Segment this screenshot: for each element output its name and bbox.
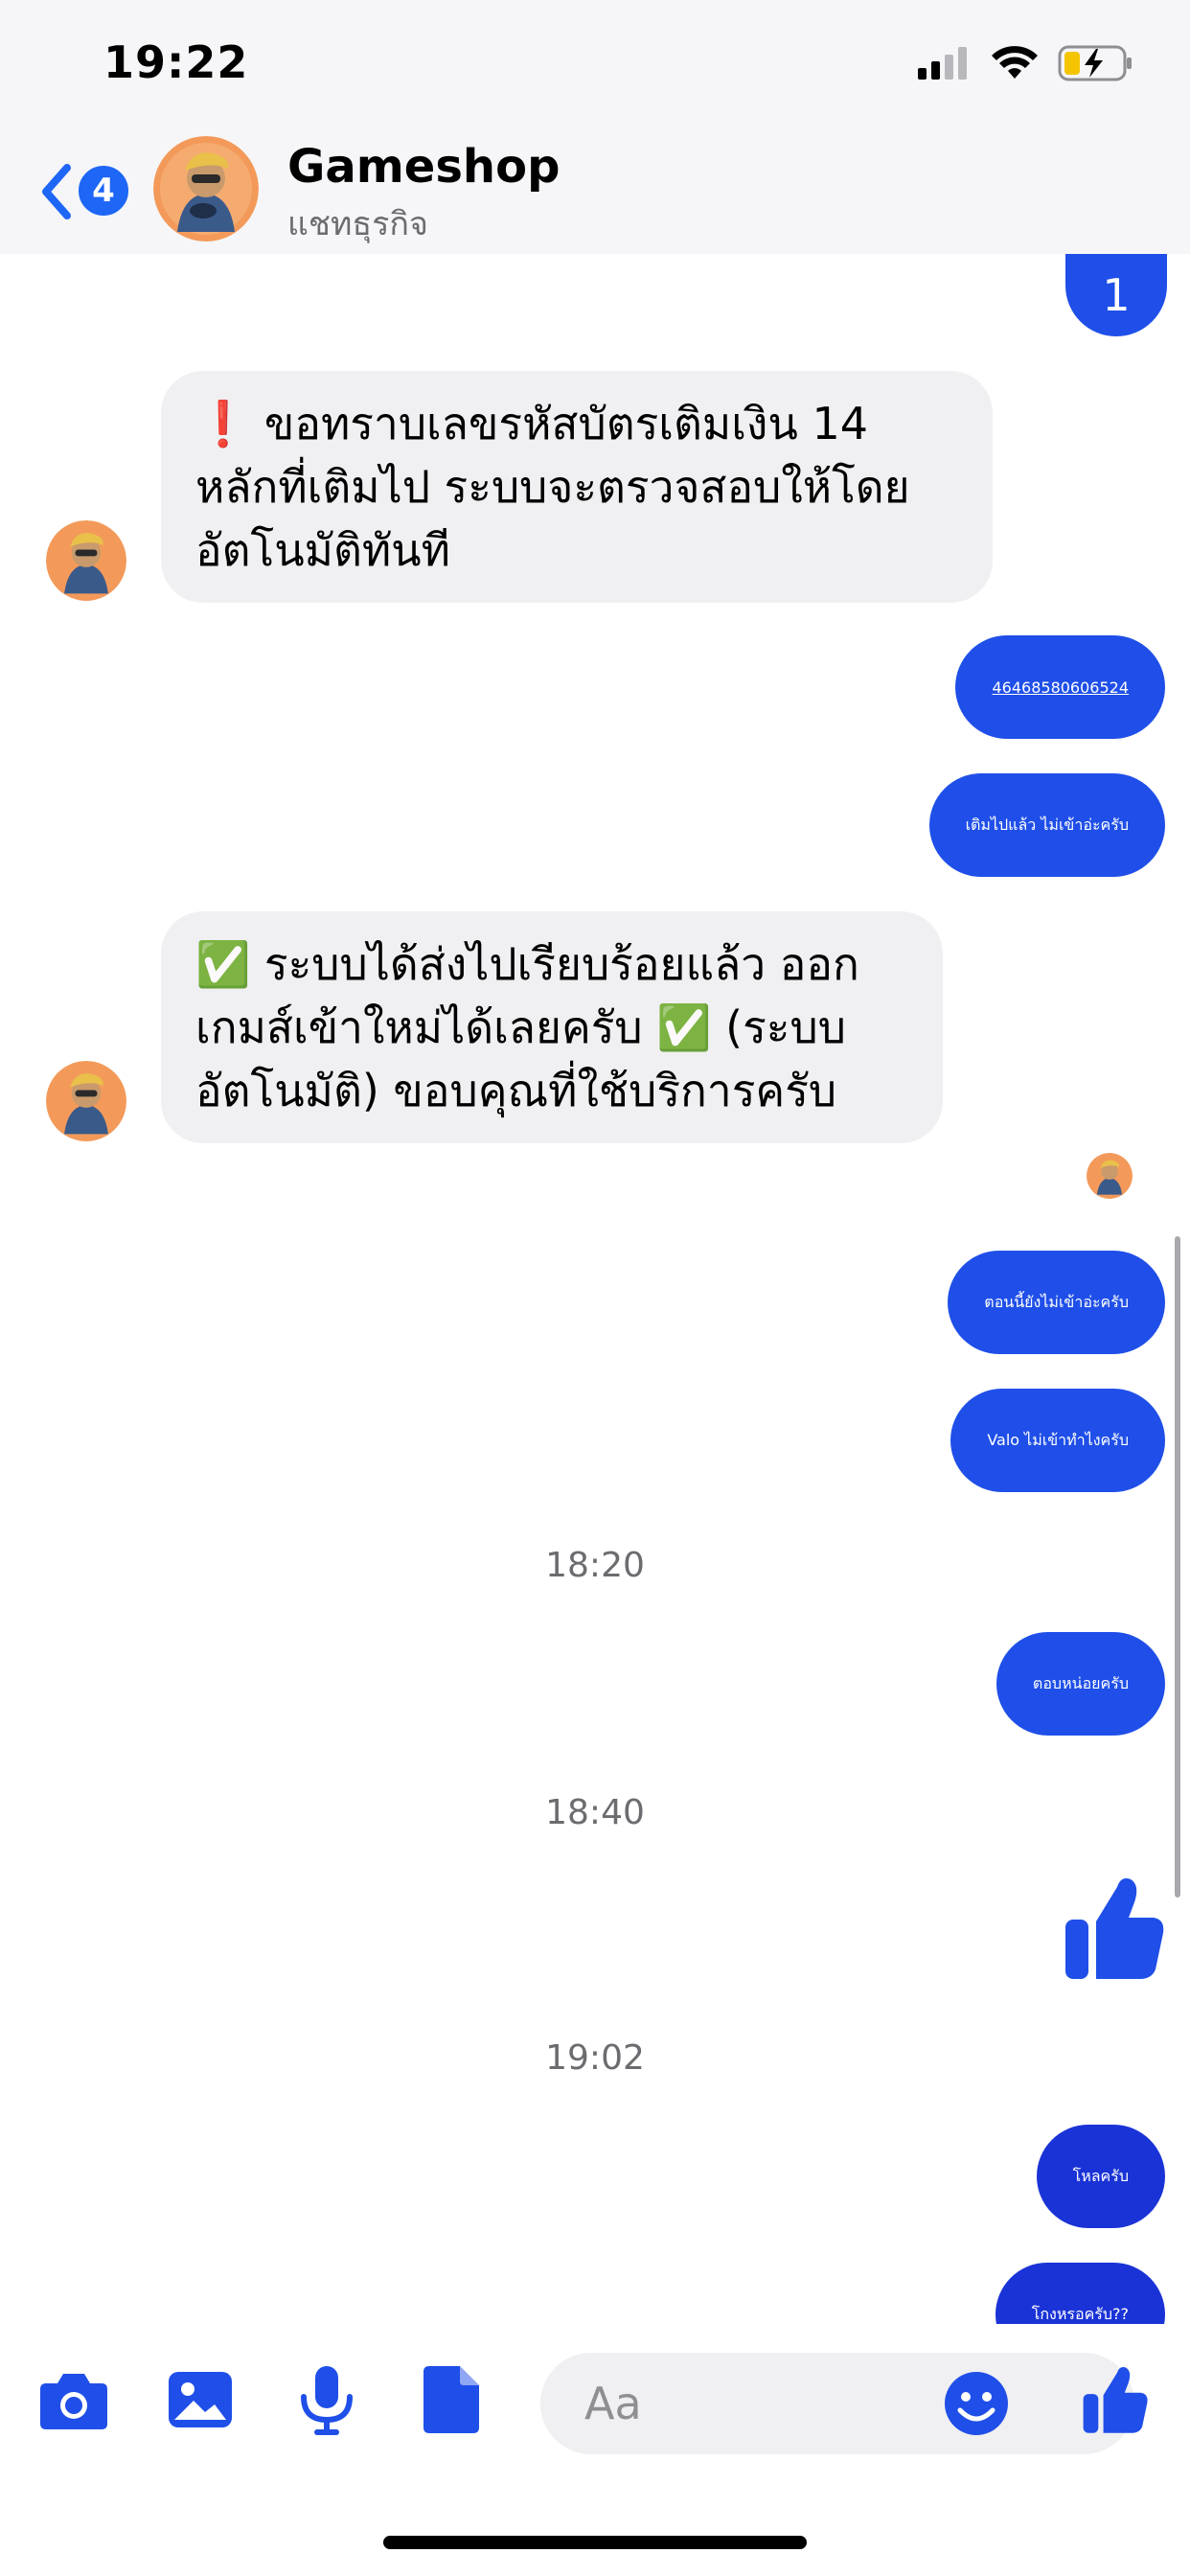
page-title[interactable]: Gameshop: [287, 140, 560, 194]
status-time: 19:22: [103, 36, 249, 88]
gallery-icon[interactable]: [163, 2362, 238, 2437]
message-text: โหลครับ: [1072, 2166, 1129, 2185]
message-text: ตอบหน่อยครับ: [1032, 1673, 1129, 1692]
message-bubble-outgoing[interactable]: โหลครับ: [1036, 2125, 1165, 2228]
status-icons: [918, 44, 1134, 82]
timestamp: 19:02: [545, 2038, 645, 2078]
message-list[interactable]: 1 ❗ ขอทราบเลขรหัสบัตรเติมเงิน 14 หลักที่…: [0, 254, 1190, 2324]
top-bar: 19:22 4 Gameshop แชทธุรกิจ: [0, 0, 1190, 254]
message-bubble-incoming[interactable]: ❗ ขอทราบเลขรหัสบัตรเติมเงิน 14 หลักที่เต…: [161, 371, 993, 603]
timestamp: 18:40: [545, 1793, 645, 1832]
battery-charging-icon: [1058, 45, 1132, 81]
message-text: Valo ไม่เข้าทำไงครับ: [987, 1430, 1129, 1449]
shop-logo-icon: [46, 520, 126, 601]
message-text: ✅ ระบบได้ส่งไปเรียบร้อยแล้ว ออกเกมส์เข้า…: [195, 938, 859, 1116]
unread-badge: 4: [75, 162, 132, 219]
avatar[interactable]: [46, 520, 126, 601]
message-bubble-outgoing[interactable]: 46468580606524: [955, 635, 1165, 739]
message-bubble-outgoing[interactable]: โกงหรอครับ??: [995, 2263, 1165, 2324]
avatar[interactable]: [153, 136, 259, 242]
camera-icon[interactable]: [36, 2362, 111, 2437]
scrollbar[interactable]: [1175, 1236, 1180, 1898]
message-bubble-outgoing[interactable]: Valo ไม่เข้าทำไงครับ: [950, 1389, 1165, 1492]
avatar[interactable]: [46, 1061, 126, 1141]
emoji-icon[interactable]: [943, 2370, 1010, 2437]
message-bubble-outgoing[interactable]: 1: [1065, 254, 1167, 336]
message-text: 1: [1102, 269, 1131, 321]
timestamp: 18:20: [545, 1546, 645, 1585]
shop-logo-icon: [1087, 1153, 1133, 1199]
message-text: โกงหรอครับ??: [1031, 2304, 1129, 2323]
message-link[interactable]: 46468580606524: [992, 678, 1129, 697]
message-input-placeholder: Aa: [584, 2378, 642, 2429]
page-subtitle: แชทธุรกิจ: [287, 205, 428, 243]
wifi-icon: [992, 46, 1038, 79]
shop-logo-icon: [46, 1061, 126, 1141]
message-bubble-incoming[interactable]: ✅ ระบบได้ส่งไปเรียบร้อยแล้ว ออกเกมส์เข้า…: [161, 911, 943, 1143]
thumbs-up-icon[interactable]: [1081, 2363, 1150, 2436]
home-indicator: [383, 2536, 807, 2549]
message-bubble-outgoing[interactable]: ตอบหน่อยครับ: [995, 1632, 1165, 1736]
thumbs-up-icon[interactable]: [1062, 1874, 1167, 1983]
shop-logo-icon: [153, 136, 259, 242]
seen-avatar: [1087, 1153, 1133, 1199]
signal-icon: [918, 47, 967, 80]
microphone-icon[interactable]: [289, 2362, 364, 2437]
back-button[interactable]: 4: [34, 158, 132, 225]
file-icon[interactable]: [416, 2362, 491, 2437]
message-bubble-outgoing[interactable]: เติมไปแล้ว ไม่เข้าอ่ะครับ: [928, 773, 1165, 877]
message-text: ตอนนี้ยังไม่เข้าอ่ะครับ: [984, 1292, 1129, 1311]
message-text: ❗ ขอทราบเลขรหัสบัตรเติมเงิน 14 หลักที่เต…: [195, 398, 910, 576]
message-input[interactable]: Aa: [540, 2353, 1134, 2454]
message-bubble-outgoing[interactable]: ตอนนี้ยังไม่เข้าอ่ะครับ: [948, 1251, 1165, 1354]
message-text: เติมไปแล้ว ไม่เข้าอ่ะครับ: [965, 815, 1129, 834]
